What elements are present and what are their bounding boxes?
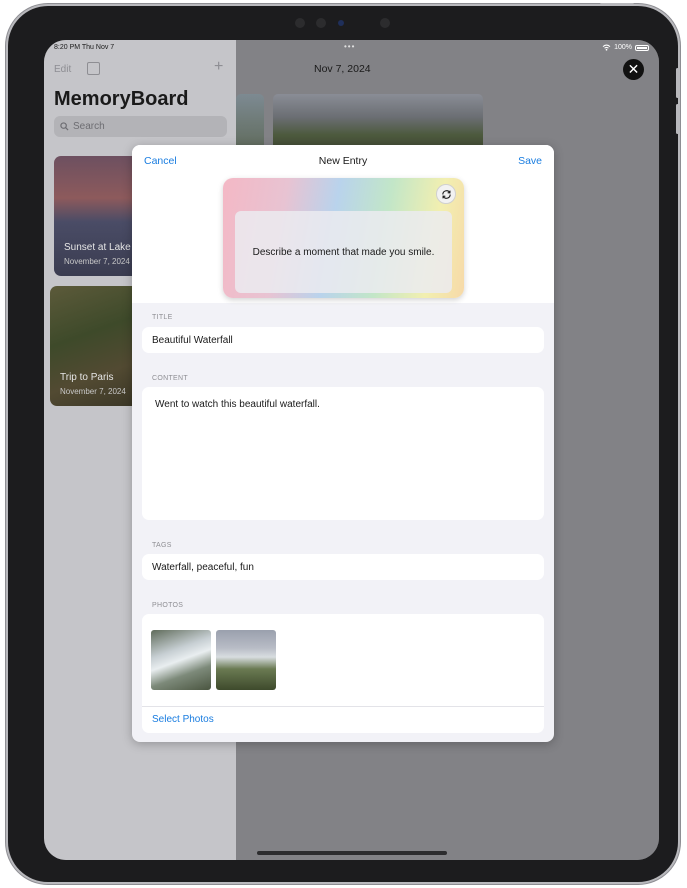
- sensor-dot: [380, 18, 390, 28]
- sheet-title: New Entry: [318, 155, 368, 167]
- content-field[interactable]: Went to watch this beautiful waterfall.: [142, 387, 544, 520]
- photos-section: Select Photos: [142, 614, 544, 733]
- refresh-icon: [441, 189, 451, 199]
- refresh-prompt-button[interactable]: [436, 184, 456, 204]
- tags-field[interactable]: Waterfall, peaceful, fun: [142, 554, 544, 580]
- battery-percent: 100%: [614, 44, 632, 51]
- calendar-icon[interactable]: [87, 62, 100, 75]
- entry-date: November 7, 2024: [64, 257, 130, 266]
- camera-dot: [316, 18, 326, 28]
- camera-lens: [338, 20, 344, 26]
- volume-button: [676, 68, 679, 98]
- close-icon: ✕: [627, 61, 640, 77]
- photo-thumbnail-waterfall-2[interactable]: [216, 630, 276, 690]
- title-section-label: TITLE: [152, 314, 173, 321]
- new-entry-sheet: New Entry Cancel Save Describe a moment …: [132, 145, 554, 742]
- app-title: MemoryBoard: [54, 88, 189, 110]
- camera-dot: [295, 18, 305, 28]
- header-date: Nov 7, 2024: [314, 63, 371, 75]
- status-time: 8:20 PM Thu Nov 7: [54, 44, 115, 51]
- entry-date: November 7, 2024: [60, 387, 126, 396]
- title-field[interactable]: Beautiful Waterfall: [142, 327, 544, 353]
- background-photo: [273, 94, 483, 152]
- entry-title: Trip to Paris: [60, 372, 114, 383]
- volume-button: [676, 104, 679, 134]
- prompt-text: Describe a moment that made you smile.: [235, 211, 452, 293]
- status-indicators: 100%: [602, 44, 649, 51]
- prompt-card: Describe a moment that made you smile.: [223, 178, 464, 298]
- entry-card-sunset[interactable]: Sunset at Lake November 7, 2024: [54, 156, 142, 276]
- photo-thumbnail-waterfall-1[interactable]: [151, 630, 211, 690]
- wifi-icon: [602, 44, 611, 51]
- multitasking-dots[interactable]: •••: [344, 42, 355, 51]
- save-button[interactable]: Save: [518, 155, 542, 167]
- search-icon: [60, 122, 69, 131]
- search-input[interactable]: Search: [54, 116, 227, 137]
- add-entry-button[interactable]: +: [214, 58, 223, 76]
- background-photo: [236, 94, 264, 152]
- power-button: [600, 3, 634, 6]
- tags-section-label: TAGS: [152, 542, 172, 549]
- content-section-label: CONTENT: [152, 375, 188, 382]
- select-photos-button[interactable]: Select Photos: [152, 714, 214, 725]
- battery-icon: [635, 44, 649, 51]
- photos-section-label: PHOTOS: [152, 602, 184, 609]
- sheet-header: New Entry Cancel Save Describe a moment …: [132, 145, 554, 303]
- home-indicator[interactable]: [257, 851, 447, 855]
- entry-title: Sunset at Lake: [64, 242, 131, 253]
- entry-card-paris[interactable]: Trip to Paris November 7, 2024: [50, 286, 142, 406]
- search-placeholder: Search: [73, 121, 105, 132]
- cancel-button[interactable]: Cancel: [144, 155, 177, 167]
- edit-button[interactable]: Edit: [54, 64, 71, 75]
- divider: [142, 706, 544, 707]
- close-button[interactable]: ✕: [623, 59, 644, 80]
